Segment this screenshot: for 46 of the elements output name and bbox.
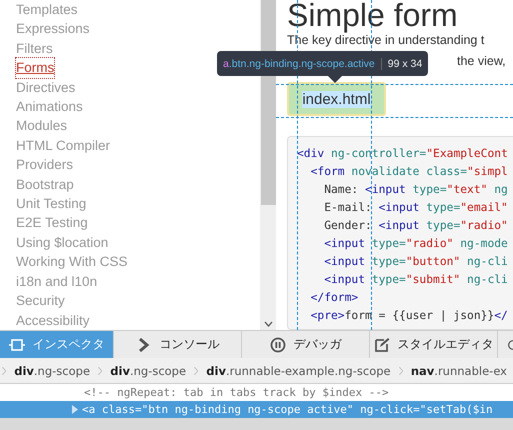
sidebar-link[interactable]: Bootstrap: [16, 174, 74, 194]
sidebar-link[interactable]: E2E Testing: [16, 213, 88, 233]
file-tab[interactable]: index.html: [287, 82, 386, 116]
sidebar-link[interactable]: Security: [16, 291, 65, 310]
code-line: E-mail: <input type="email": [323, 200, 509, 216]
sidebar-link[interactable]: Directives: [16, 78, 76, 98]
code-line: <input type="submit" ng-cli: [323, 272, 509, 288]
code-line: Gender: <input type="radio": [323, 218, 509, 234]
chevron-separator-icon: [98, 366, 102, 376]
code-line: </form>: [310, 290, 360, 306]
breadcrumb-item[interactable]: div.runnable-example.ng-scope: [200, 364, 397, 378]
breadcrumb-item[interactable]: div.ng-scope: [8, 364, 96, 378]
sidebar-link[interactable]: Templates: [16, 0, 78, 20]
sidebar-link[interactable]: Animations: [16, 97, 83, 116]
intro-text: the view,: [457, 54, 506, 68]
code-line: <input type="button" ng-cli: [323, 254, 509, 270]
sidebar-link[interactable]: HTML Compiler: [16, 136, 110, 156]
devtools-tab[interactable]: インスペクタ: [0, 331, 114, 358]
expand-triangle-icon: [72, 405, 78, 414]
selector-label: a.btn.ng-binding.ng-scope.active: [223, 58, 375, 70]
code-line: <form novalidate class="simpl: [310, 164, 509, 180]
code-line: <input type="radio" ng-mode: [323, 236, 509, 252]
breadcrumb-item[interactable]: div.ng-scope: [104, 364, 192, 378]
code-line: <pre>form = {{user | json}}</: [310, 308, 509, 324]
sidebar-link[interactable]: Forms: [16, 58, 54, 78]
sidebar-link[interactable]: Providers: [16, 155, 74, 175]
chevron-separator-icon: [398, 366, 403, 376]
sidebar-link[interactable]: Filters: [16, 38, 53, 58]
intro-text: The key directive in understanding t: [287, 33, 486, 49]
size-label: 99 x 34: [380, 58, 422, 70]
sidebar-link[interactable]: Unit Testing: [16, 194, 86, 214]
markup-line[interactable]: <!-- ngRepeat: tab in tabs track by $index -->: [0, 384, 513, 401]
chevron-separator-icon: [2, 366, 6, 376]
chevron-separator-icon: [194, 366, 198, 376]
code-line: <div ng-controller="ExampleCont: [297, 146, 509, 162]
sidebar-link[interactable]: Working With CSS: [16, 252, 128, 272]
sidebar-link[interactable]: Expressions: [16, 19, 90, 39]
sidebar-link[interactable]: Using $location: [16, 232, 108, 252]
sidebar-link[interactable]: Accessibility: [16, 310, 90, 330]
breadcrumb-item[interactable]: nav.runnable-ex: [404, 364, 513, 378]
sidebar-link[interactable]: i18n and l10n: [16, 272, 98, 292]
code-line: Name: <input type="text" ng: [323, 182, 509, 198]
pause-icon: [270, 336, 286, 352]
inspector-icon: [8, 336, 24, 352]
edit-icon: [374, 336, 390, 352]
sidebar-link[interactable]: Modules: [16, 116, 68, 136]
